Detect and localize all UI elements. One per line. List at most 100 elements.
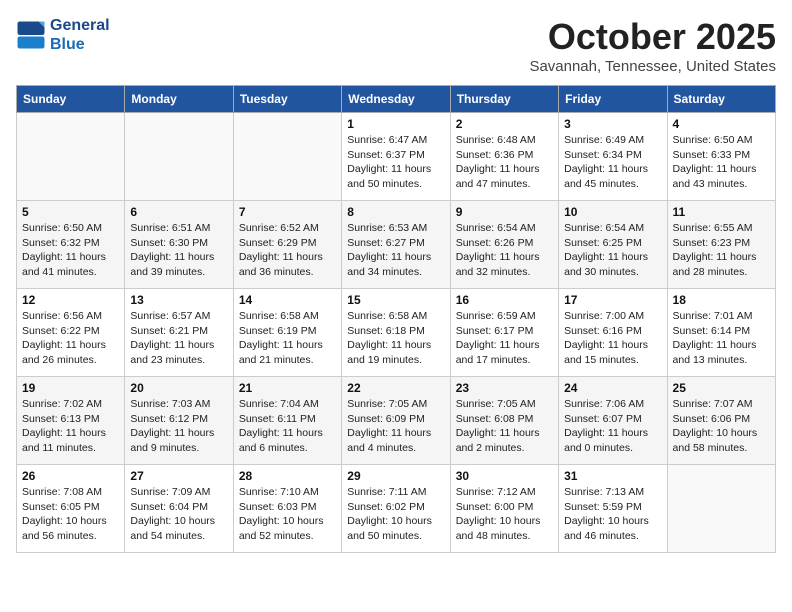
day-number: 16 — [456, 293, 553, 307]
calendar-table: SundayMondayTuesdayWednesdayThursdayFrid… — [16, 85, 776, 553]
calendar-cell — [667, 465, 775, 553]
cell-info: Sunrise: 6:56 AM Sunset: 6:22 PM Dayligh… — [22, 309, 119, 368]
day-header-wednesday: Wednesday — [342, 86, 450, 113]
calendar-cell: 4 Sunrise: 6:50 AM Sunset: 6:33 PM Daylig… — [667, 113, 775, 201]
cell-info: Sunrise: 6:53 AM Sunset: 6:27 PM Dayligh… — [347, 221, 444, 280]
calendar-week-5: 26 Sunrise: 7:08 AM Sunset: 6:05 PM Dayli… — [17, 465, 776, 553]
day-number: 8 — [347, 205, 444, 219]
day-number: 29 — [347, 469, 444, 483]
calendar-cell: 12 Sunrise: 6:56 AM Sunset: 6:22 PM Dayli… — [17, 289, 125, 377]
cell-info: Sunrise: 6:54 AM Sunset: 6:26 PM Dayligh… — [456, 221, 553, 280]
cell-info: Sunrise: 6:51 AM Sunset: 6:30 PM Dayligh… — [130, 221, 227, 280]
calendar-cell: 10 Sunrise: 6:54 AM Sunset: 6:25 PM Dayli… — [559, 201, 667, 289]
day-number: 9 — [456, 205, 553, 219]
cell-info: Sunrise: 7:12 AM Sunset: 6:00 PM Dayligh… — [456, 485, 553, 544]
calendar-cell: 27 Sunrise: 7:09 AM Sunset: 6:04 PM Dayli… — [125, 465, 233, 553]
day-number: 30 — [456, 469, 553, 483]
cell-info: Sunrise: 7:07 AM Sunset: 6:06 PM Dayligh… — [673, 397, 770, 456]
calendar-cell: 8 Sunrise: 6:53 AM Sunset: 6:27 PM Daylig… — [342, 201, 450, 289]
calendar-week-1: 1Sunrise: 6:47 AM Sunset: 6:37 PM Daylig… — [17, 113, 776, 201]
page-header: General Blue October 2025 Savannah, Tenn… — [16, 16, 776, 75]
logo: General Blue — [16, 16, 110, 54]
day-number: 1 — [347, 117, 444, 131]
calendar-cell: 28 Sunrise: 7:10 AM Sunset: 6:03 PM Dayli… — [233, 465, 341, 553]
cell-info: Sunrise: 6:58 AM Sunset: 6:18 PM Dayligh… — [347, 309, 444, 368]
day-header-friday: Friday — [559, 86, 667, 113]
calendar-cell: 29 Sunrise: 7:11 AM Sunset: 6:02 PM Dayli… — [342, 465, 450, 553]
calendar-cell: 22 Sunrise: 7:05 AM Sunset: 6:09 PM Dayli… — [342, 377, 450, 465]
cell-info: Sunrise: 7:09 AM Sunset: 6:04 PM Dayligh… — [130, 485, 227, 544]
cell-info: Sunrise: 7:11 AM Sunset: 6:02 PM Dayligh… — [347, 485, 444, 544]
day-header-saturday: Saturday — [667, 86, 775, 113]
cell-info: Sunrise: 7:04 AM Sunset: 6:11 PM Dayligh… — [239, 397, 336, 456]
day-number: 14 — [239, 293, 336, 307]
cell-info: Sunrise: 6:59 AM Sunset: 6:17 PM Dayligh… — [456, 309, 553, 368]
day-header-thursday: Thursday — [450, 86, 558, 113]
cell-info: Sunrise: 7:03 AM Sunset: 6:12 PM Dayligh… — [130, 397, 227, 456]
calendar-cell: 19 Sunrise: 7:02 AM Sunset: 6:13 PM Dayli… — [17, 377, 125, 465]
calendar-cell: 13 Sunrise: 6:57 AM Sunset: 6:21 PM Dayli… — [125, 289, 233, 377]
calendar-cell: 15 Sunrise: 6:58 AM Sunset: 6:18 PM Dayli… — [342, 289, 450, 377]
cell-info: Sunrise: 7:10 AM Sunset: 6:03 PM Dayligh… — [239, 485, 336, 544]
cell-info: Sunrise: 6:52 AM Sunset: 6:29 PM Dayligh… — [239, 221, 336, 280]
calendar-cell: 1Sunrise: 6:47 AM Sunset: 6:37 PM Daylig… — [342, 113, 450, 201]
calendar-cell: 21Sunrise: 7:04 AM Sunset: 6:11 PM Dayli… — [233, 377, 341, 465]
calendar-cell: 7 Sunrise: 6:52 AM Sunset: 6:29 PM Daylig… — [233, 201, 341, 289]
day-number: 27 — [130, 469, 227, 483]
calendar-cell: 2 Sunrise: 6:48 AM Sunset: 6:36 PM Daylig… — [450, 113, 558, 201]
cell-info: Sunrise: 6:49 AM Sunset: 6:34 PM Dayligh… — [564, 133, 661, 192]
day-number: 5 — [22, 205, 119, 219]
cell-info: Sunrise: 6:50 AM Sunset: 6:33 PM Dayligh… — [673, 133, 770, 192]
day-number: 3 — [564, 117, 661, 131]
calendar-cell: 18Sunrise: 7:01 AM Sunset: 6:14 PM Dayli… — [667, 289, 775, 377]
cell-info: Sunrise: 7:08 AM Sunset: 6:05 PM Dayligh… — [22, 485, 119, 544]
cell-info: Sunrise: 7:13 AM Sunset: 5:59 PM Dayligh… — [564, 485, 661, 544]
cell-info: Sunrise: 7:05 AM Sunset: 6:08 PM Dayligh… — [456, 397, 553, 456]
day-number: 2 — [456, 117, 553, 131]
cell-info: Sunrise: 7:00 AM Sunset: 6:16 PM Dayligh… — [564, 309, 661, 368]
calendar-cell: 20 Sunrise: 7:03 AM Sunset: 6:12 PM Dayli… — [125, 377, 233, 465]
cell-info: Sunrise: 7:02 AM Sunset: 6:13 PM Dayligh… — [22, 397, 119, 456]
day-number: 19 — [22, 381, 119, 395]
day-number: 4 — [673, 117, 770, 131]
day-number: 22 — [347, 381, 444, 395]
logo-text: General Blue — [50, 16, 110, 54]
day-header-monday: Monday — [125, 86, 233, 113]
cell-info: Sunrise: 7:05 AM Sunset: 6:09 PM Dayligh… — [347, 397, 444, 456]
cell-info: Sunrise: 6:57 AM Sunset: 6:21 PM Dayligh… — [130, 309, 227, 368]
day-number: 15 — [347, 293, 444, 307]
day-number: 13 — [130, 293, 227, 307]
calendar-week-2: 5 Sunrise: 6:50 AM Sunset: 6:32 PM Daylig… — [17, 201, 776, 289]
cell-info: Sunrise: 6:54 AM Sunset: 6:25 PM Dayligh… — [564, 221, 661, 280]
calendar-cell: 17Sunrise: 7:00 AM Sunset: 6:16 PM Dayli… — [559, 289, 667, 377]
cell-info: Sunrise: 6:48 AM Sunset: 6:36 PM Dayligh… — [456, 133, 553, 192]
calendar-cell: 3 Sunrise: 6:49 AM Sunset: 6:34 PM Daylig… — [559, 113, 667, 201]
day-number: 31 — [564, 469, 661, 483]
day-number: 25 — [673, 381, 770, 395]
day-number: 28 — [239, 469, 336, 483]
day-number: 26 — [22, 469, 119, 483]
day-number: 12 — [22, 293, 119, 307]
calendar-cell — [17, 113, 125, 201]
calendar-cell — [233, 113, 341, 201]
cell-info: Sunrise: 6:50 AM Sunset: 6:32 PM Dayligh… — [22, 221, 119, 280]
day-number: 7 — [239, 205, 336, 219]
calendar-cell: 26 Sunrise: 7:08 AM Sunset: 6:05 PM Dayli… — [17, 465, 125, 553]
cell-info: Sunrise: 7:06 AM Sunset: 6:07 PM Dayligh… — [564, 397, 661, 456]
location-subtitle: Savannah, Tennessee, United States — [529, 58, 776, 75]
day-number: 11 — [673, 205, 770, 219]
calendar-cell: 31 Sunrise: 7:13 AM Sunset: 5:59 PM Dayli… — [559, 465, 667, 553]
calendar-cell: 5 Sunrise: 6:50 AM Sunset: 6:32 PM Daylig… — [17, 201, 125, 289]
cell-info: Sunrise: 6:55 AM Sunset: 6:23 PM Dayligh… — [673, 221, 770, 280]
day-header-sunday: Sunday — [17, 86, 125, 113]
calendar-cell: 30 Sunrise: 7:12 AM Sunset: 6:00 PM Dayli… — [450, 465, 558, 553]
calendar-week-3: 12 Sunrise: 6:56 AM Sunset: 6:22 PM Dayli… — [17, 289, 776, 377]
calendar-cell: 6 Sunrise: 6:51 AM Sunset: 6:30 PM Daylig… — [125, 201, 233, 289]
calendar-cell: 14Sunrise: 6:58 AM Sunset: 6:19 PM Dayli… — [233, 289, 341, 377]
day-number: 20 — [130, 381, 227, 395]
month-title: October 2025 — [529, 16, 776, 58]
day-number: 10 — [564, 205, 661, 219]
day-number: 24 — [564, 381, 661, 395]
day-number: 6 — [130, 205, 227, 219]
day-number: 23 — [456, 381, 553, 395]
